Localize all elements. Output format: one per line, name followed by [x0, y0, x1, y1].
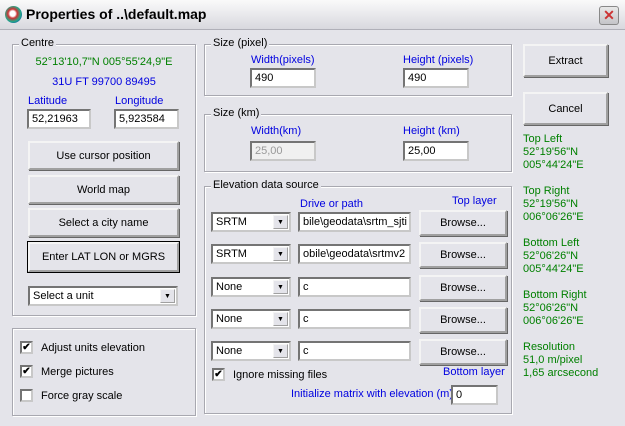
- elevation-source-value: None: [216, 281, 243, 293]
- chevron-down-icon[interactable]: ▼: [273, 312, 288, 326]
- elevation-source-select[interactable]: None ▼: [211, 309, 291, 329]
- chevron-down-icon[interactable]: ▼: [273, 247, 288, 261]
- chevron-down-icon[interactable]: ▼: [273, 280, 288, 294]
- app-icon: [5, 6, 22, 23]
- elevation-source-value: None: [216, 345, 243, 357]
- elevation-source-value: SRTM: [216, 216, 247, 228]
- corner-bottom-right: Bottom Right 52°06'26"N 006°06'26"E: [523, 289, 587, 327]
- longitude-label: Longitude: [115, 95, 164, 107]
- init-matrix-input[interactable]: 0: [451, 385, 498, 405]
- adjust-units-checkbox[interactable]: ✔ Adjust units elevation: [20, 341, 145, 354]
- chevron-down-icon[interactable]: ▼: [160, 289, 175, 303]
- height-km-input[interactable]: 25,00: [403, 141, 469, 161]
- close-button[interactable]: ✕: [599, 6, 619, 25]
- corner-top-left: Top Left 52°19'56"N 005°44'24"E: [523, 133, 584, 171]
- resolution-info: Resolution 51,0 m/pixel 1,65 arcsecond: [523, 341, 599, 379]
- use-cursor-position-button[interactable]: Use cursor position: [28, 141, 179, 170]
- elevation-path-input[interactable]: c: [298, 309, 411, 329]
- centre-dms: 52°13'10,7"N 005°55'24,9"E: [35, 56, 173, 68]
- height-pixels-input[interactable]: 490: [403, 68, 469, 88]
- unit-select[interactable]: Select a unit ▼: [28, 286, 178, 306]
- centre-label: Centre: [19, 37, 57, 49]
- elevation-source-select[interactable]: SRTM ▼: [211, 212, 291, 232]
- force-gray-checkbox[interactable]: Force gray scale: [20, 389, 122, 402]
- corner-top-right: Top Right 52°19'56"N 006°06'26"E: [523, 185, 584, 223]
- unit-select-value: Select a unit: [33, 290, 94, 302]
- width-pixels-input[interactable]: 490: [250, 68, 316, 88]
- corner-bottom-left: Bottom Left 52°06'26"N 005°44'24"E: [523, 237, 584, 275]
- enter-lat-lon-button[interactable]: Enter LAT LON or MGRS: [27, 241, 180, 273]
- drive-path-label: Drive or path: [300, 198, 363, 210]
- window-title: Properties of ..\default.map: [26, 6, 207, 22]
- elevation-source-select[interactable]: None ▼: [211, 341, 291, 361]
- elevation-label: Elevation data source: [211, 179, 321, 191]
- size-pixel-label: Size (pixel): [211, 37, 270, 49]
- init-matrix-label: Initialize matrix with elevation (m): [291, 388, 453, 400]
- chevron-down-icon[interactable]: ▼: [273, 215, 288, 229]
- empty-checkbox-icon: [20, 389, 33, 402]
- extract-button[interactable]: Extract: [523, 44, 608, 77]
- cancel-button[interactable]: Cancel: [523, 92, 608, 125]
- ignore-missing-checkbox[interactable]: ✔ Ignore missing files: [212, 368, 327, 381]
- elevation-source-select[interactable]: SRTM ▼: [211, 244, 291, 264]
- size-km-label: Size (km): [211, 107, 262, 119]
- check-icon: ✔: [212, 368, 225, 381]
- browse-button[interactable]: Browse...: [419, 339, 507, 365]
- bottom-layer-label: Bottom layer: [443, 366, 505, 378]
- merge-pictures-label: Merge pictures: [41, 365, 114, 378]
- browse-button[interactable]: Browse...: [419, 210, 507, 236]
- height-km-label: Height (km): [403, 125, 460, 137]
- title-bar: Properties of ..\default.map ✕: [0, 0, 625, 30]
- browse-button[interactable]: Browse...: [419, 242, 507, 268]
- select-city-button[interactable]: Select a city name: [28, 208, 179, 237]
- elevation-source-value: SRTM: [216, 248, 247, 260]
- centre-mgrs: 31U FT 99700 89495: [52, 76, 156, 88]
- longitude-input[interactable]: 5,923584: [114, 109, 179, 129]
- top-layer-label: Top layer: [452, 195, 497, 207]
- browse-button[interactable]: Browse...: [419, 307, 507, 333]
- elevation-path-input[interactable]: c: [298, 341, 411, 361]
- latitude-label: Latitude: [28, 95, 68, 107]
- force-gray-label: Force gray scale: [41, 389, 123, 402]
- width-km-input: 25,00: [250, 141, 316, 161]
- elevation-path-input[interactable]: c: [298, 277, 411, 297]
- elevation-path-input[interactable]: obile\geodata\srtmv2: [298, 244, 411, 264]
- chevron-down-icon[interactable]: ▼: [273, 344, 288, 358]
- browse-button[interactable]: Browse...: [419, 275, 507, 301]
- width-pixels-label: Width(pixels): [251, 54, 315, 66]
- adjust-units-label: Adjust units elevation: [41, 341, 145, 354]
- latitude-input[interactable]: 52,21963: [27, 109, 91, 129]
- elevation-source-select[interactable]: None ▼: [211, 277, 291, 297]
- check-icon: ✔: [20, 341, 33, 354]
- world-map-button[interactable]: World map: [28, 175, 179, 204]
- elevation-path-input[interactable]: bile\geodata\srtm_sjti: [298, 212, 411, 232]
- elevation-source-value: None: [216, 313, 243, 325]
- width-km-label: Width(km): [251, 125, 302, 137]
- ignore-missing-label: Ignore missing files: [233, 368, 328, 381]
- check-icon: ✔: [20, 365, 33, 378]
- merge-pictures-checkbox[interactable]: ✔ Merge pictures: [20, 365, 114, 378]
- height-pixels-label: Height (pixels): [403, 54, 474, 66]
